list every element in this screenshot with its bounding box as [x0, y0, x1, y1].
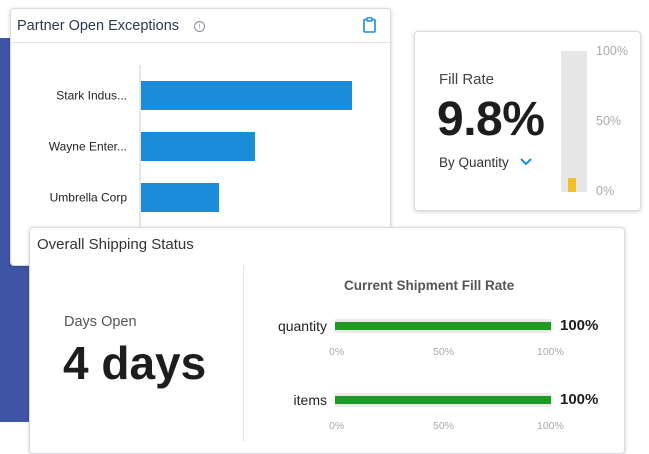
bar-tick-label: 0%	[329, 346, 345, 358]
overall-shipping-status-card: Overall Shipping Status Days Open 4 days…	[29, 227, 625, 454]
exception-bar[interactable]	[141, 81, 352, 110]
card-header: Partner Open Exceptions i	[11, 9, 390, 43]
exception-bar-label: Wayne Enter...	[49, 140, 127, 154]
items-fill-bar	[335, 393, 551, 407]
shipment-fill-rate-title: Current Shipment Fill Rate	[344, 278, 515, 293]
divider	[243, 266, 244, 442]
quantity-fill-bar-fill	[335, 322, 551, 330]
clipboard-icon[interactable]	[363, 17, 376, 33]
bar-tick-label: 50%	[433, 420, 455, 432]
bar-tick-label: 50%	[433, 346, 455, 358]
quantity-bar-label: quantity	[277, 318, 327, 334]
quantity-fill-bar	[335, 319, 551, 333]
card-title: Partner Open Exceptions	[17, 18, 180, 34]
fill-rate-card: Fill Rate 9.8% By Quantity 100% 50% 0%	[414, 31, 641, 211]
bar-tick-label: 0%	[329, 420, 345, 432]
gauge-tick-label: 100%	[596, 44, 628, 58]
fill-rate-gauge-fill	[568, 178, 576, 192]
exception-bar[interactable]	[141, 183, 220, 212]
info-icon[interactable]: i	[194, 21, 205, 32]
days-open-label: Days Open	[64, 314, 137, 330]
exception-bar-label: Umbrella Corp	[50, 191, 128, 205]
exception-bar-label: Stark Indus...	[56, 89, 127, 103]
gauge-tick-label: 50%	[596, 114, 622, 128]
bar-tick-label: 100%	[537, 420, 564, 432]
bar-tick-label: 100%	[537, 346, 564, 358]
quantity-percent: 100%	[560, 317, 599, 334]
items-fill-bar-fill	[335, 396, 551, 404]
items-bar-label: items	[293, 392, 327, 408]
fill-rate-basis-selector[interactable]: By Quantity	[439, 155, 509, 170]
exception-bar[interactable]	[141, 132, 255, 161]
fill-rate-gauge	[561, 51, 587, 192]
items-percent: 100%	[560, 391, 599, 408]
fill-rate-label: Fill Rate	[439, 71, 495, 88]
gauge-tick-label: 0%	[596, 184, 615, 198]
fill-rate-value: 9.8%	[437, 93, 545, 146]
chevron-down-icon[interactable]	[520, 158, 532, 166]
days-open-value: 4 days	[63, 337, 207, 389]
card-title: Overall Shipping Status	[37, 236, 194, 253]
